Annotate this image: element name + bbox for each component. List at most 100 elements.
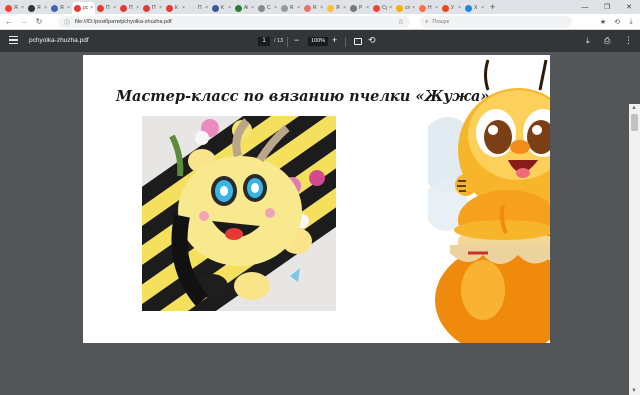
browser-tab[interactable]: П × [95,2,118,14]
tab-close-icon[interactable]: × [251,5,254,11]
new-tab-button[interactable]: + [490,2,495,12]
pdf-viewer[interactable]: Мастер-класс по вязанию пчелки «Жужа» ▲ … [0,52,640,395]
tab-favicon-icon [419,4,426,12]
tab-favicon-icon [442,4,449,12]
bookmark-star-icon[interactable]: ☆ [398,18,404,26]
browser-tab[interactable]: Я × [325,2,348,14]
more-options-icon[interactable]: ⋮ [624,35,633,46]
back-arrow-icon[interactable]: ← [3,17,15,26]
tab-favicon-icon [212,4,219,12]
zoom-out-button[interactable]: − [294,35,299,45]
browser-tab[interactable]: Я × [26,2,49,14]
browser-tab[interactable]: П × [141,2,164,14]
pdf-page: Мастер-класс по вязанию пчелки «Жужа» [83,55,550,343]
tab-close-icon[interactable]: × [297,5,300,11]
browser-tab[interactable]: Су × [371,2,394,14]
close-window-button[interactable]: ✕ [618,3,640,11]
tab-favicon-icon [97,4,104,12]
file-info-icon[interactable]: ⓘ [64,18,70,27]
browser-tab[interactable]: Н × [417,2,440,14]
scroll-up-icon[interactable]: ▲ [631,105,637,111]
tab-close-icon[interactable]: × [389,5,392,11]
browser-tab[interactable]: П × [118,2,141,14]
tab-close-icon[interactable]: × [343,5,346,11]
forward-arrow-icon[interactable]: → [18,17,30,26]
page-number-input[interactable]: 1 [258,37,270,46]
history-icon[interactable]: ⟲ [612,18,622,26]
crochet-bee-photo [142,116,336,311]
tab-close-icon[interactable]: × [412,5,415,11]
tab-close-icon[interactable]: × [435,5,438,11]
tab-close-icon[interactable]: × [320,5,323,11]
menu-icon[interactable] [9,36,18,45]
tab-favicon-icon [5,4,12,12]
browser-tab[interactable]: Р × [348,2,371,14]
tab-favicon-icon [166,4,173,12]
tab-close-icon[interactable]: × [113,5,116,11]
browser-tab[interactable]: R × [279,2,302,14]
browser-tab[interactable]: П × [187,2,210,14]
vertical-scrollbar[interactable]: ▲ ▼ [629,104,640,395]
browser-tab[interactable]: С × [256,2,279,14]
url-field[interactable]: ⓘ file:///D:/розібрати/pchyolka-zhuzha.p… [58,16,410,28]
browser-tab[interactable]: К × [164,2,187,14]
browser-tab[interactable]: Я × [49,2,72,14]
pdf-toolbar: pchyolka-zhuzha.pdf 1 / 13 − 100% + ⟲ ⤓ … [0,30,640,52]
browser-tab[interactable]: У × [440,2,463,14]
tab-close-icon[interactable]: × [182,5,185,11]
downloads-icon[interactable]: ⤓ [626,18,636,26]
url-text: file:///D:/розібрати/pchyolka-zhuzha.pdf [75,19,172,25]
tab-close-icon[interactable]: × [90,5,93,11]
toolbar-divider [345,37,346,47]
tab-title: R [313,5,317,11]
minimize-button[interactable]: — [574,4,596,11]
tab-close-icon[interactable]: × [67,5,70,11]
tab-close-icon[interactable]: × [274,5,277,11]
search-icon: ⌕ [425,18,429,25]
tab-close-icon[interactable]: × [159,5,162,11]
tab-title: С [267,5,271,11]
tab-close-icon[interactable]: × [205,5,208,11]
tab-close-icon[interactable]: × [44,5,47,11]
tab-title: Су [382,5,388,11]
tab-title: К [175,5,178,11]
tab-close-icon[interactable]: × [21,5,24,11]
tab-close-icon[interactable]: × [481,5,484,11]
tab-favicon-icon [350,4,357,12]
tab-close-icon[interactable]: × [458,5,461,11]
tab-list: Я×Я×Я×pc×П×П×П×К×П×К×Al×С×R×R×Я×Р×Су×сгс… [3,0,486,14]
tab-favicon-icon [143,4,150,12]
browser-tab[interactable]: pc × [72,2,95,14]
tab-favicon-icon [235,4,242,12]
print-icon[interactable]: ⎙ [604,36,610,46]
cartoon-bee-illustration [418,55,550,343]
reload-icon[interactable]: ↻ [33,17,45,26]
browser-tab[interactable]: Al × [233,2,256,14]
tab-favicon-icon [373,4,380,12]
tab-close-icon[interactable]: × [366,5,369,11]
browser-actions: ★ ⟲ ⤓ [598,16,636,28]
tab-close-icon[interactable]: × [136,5,139,11]
search-field[interactable]: ⌕ Пошук [420,16,572,28]
tab-title: Я [37,5,41,11]
restore-button[interactable]: ❐ [596,3,618,11]
zoom-in-button[interactable]: + [332,35,337,45]
tab-title: П [198,5,202,11]
browser-tab[interactable]: К × [210,2,233,14]
browser-tab[interactable]: R × [302,2,325,14]
browser-tab[interactable]: сгс× [394,2,417,14]
tab-close-icon[interactable]: × [228,5,231,11]
browser-tab[interactable]: Я × [3,2,26,14]
download-icon[interactable]: ⤓ [586,36,590,46]
tab-strip: Я×Я×Я×pc×П×П×П×К×П×К×Al×С×R×R×Я×Р×Су×сгс… [0,0,640,14]
zoom-level-input[interactable]: 100% [308,37,328,46]
bookmarks-star-icon[interactable]: ★ [598,18,608,26]
pdf-filename: pchyolka-zhuzha.pdf [29,37,89,44]
browser-tab[interactable]: Х × [463,2,486,14]
rotate-icon[interactable]: ⟲ [368,35,376,46]
scroll-thumb[interactable] [631,114,638,131]
scroll-down-icon[interactable]: ▼ [631,388,637,394]
fit-page-icon[interactable] [354,38,362,45]
address-bar: ← → ↻ ⓘ file:///D:/розібрати/pchyolka-zh… [0,14,640,30]
tab-favicon-icon [258,4,265,12]
